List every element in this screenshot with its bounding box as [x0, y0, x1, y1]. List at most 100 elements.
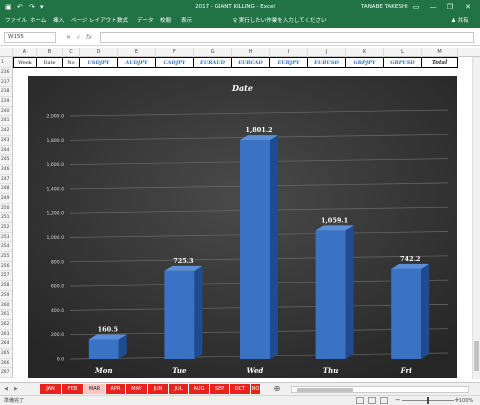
row-header[interactable]: 262: [0, 320, 12, 330]
row-header[interactable]: 252: [0, 223, 12, 233]
tab-page-layout[interactable]: ページ レイアウト: [71, 17, 117, 26]
formula-input[interactable]: [100, 32, 474, 43]
header-cell-gbpusd[interactable]: GBPUSD: [384, 57, 422, 68]
select-all-corner[interactable]: [0, 48, 13, 57]
redo-icon[interactable]: ↷: [29, 2, 35, 12]
tab-review[interactable]: 校閲: [160, 17, 171, 26]
sheet-tab-aug[interactable]: AUG: [189, 384, 210, 394]
header-cell-week[interactable]: Week: [13, 57, 37, 68]
sheet-tab-sep[interactable]: SEP: [210, 384, 230, 394]
tab-file[interactable]: ファイル: [5, 17, 27, 26]
header-cell-cadjpy[interactable]: CADJPY: [156, 57, 194, 68]
ribbon-display-icon[interactable]: ▭: [408, 1, 424, 13]
zoom-out-icon[interactable]: −: [395, 396, 401, 405]
header-cell-gbpjpy[interactable]: GBPJPY: [346, 57, 384, 68]
minimize-button[interactable]: —: [425, 1, 441, 13]
zoom-slider-knob[interactable]: [427, 397, 429, 404]
row-header[interactable]: 1: [0, 57, 13, 68]
enter-icon[interactable]: ✓: [76, 33, 81, 42]
column-header[interactable]: B: [37, 48, 63, 57]
insert-function-icon[interactable]: fx: [86, 33, 92, 42]
row-header[interactable]: 258: [0, 281, 12, 291]
row-header[interactable]: 257: [0, 271, 12, 282]
name-box[interactable]: W155: [4, 32, 56, 43]
header-cell-usdjpy[interactable]: USDJPY: [80, 57, 118, 68]
zoom-level[interactable]: 100%: [459, 397, 473, 405]
header-cell-date[interactable]: Date: [37, 57, 63, 68]
column-header[interactable]: H: [232, 48, 270, 57]
row-header[interactable]: 236: [0, 68, 12, 78]
header-cell-euraud[interactable]: EURAUD: [194, 57, 232, 68]
sheet-tab-apr[interactable]: APR: [106, 384, 126, 394]
row-header[interactable]: 244: [0, 146, 12, 156]
column-header[interactable]: E: [118, 48, 156, 57]
column-header[interactable]: D: [80, 48, 118, 57]
sheet-tab-jan[interactable]: JAN: [40, 384, 62, 394]
next-sheet-icon[interactable]: ▶: [14, 385, 18, 394]
customize-toolbar-icon[interactable]: ▾: [40, 2, 44, 12]
column-header[interactable]: M: [422, 48, 458, 57]
row-header[interactable]: 243: [0, 136, 12, 146]
column-header[interactable]: J: [308, 48, 346, 57]
tab-insert[interactable]: 挿入: [53, 17, 64, 26]
sheet-tab-no[interactable]: NO: [251, 384, 261, 394]
tab-formulas[interactable]: 数式: [117, 17, 128, 26]
tab-view[interactable]: 表示: [181, 17, 192, 26]
header-cell-eurcad[interactable]: EURCAD: [232, 57, 270, 68]
sheet-tab-feb[interactable]: FEB: [62, 384, 84, 394]
vertical-scroll-thumb[interactable]: [474, 341, 479, 371]
row-header[interactable]: 249: [0, 194, 12, 204]
tab-home[interactable]: ホーム: [30, 17, 46, 26]
header-cell-audjpy[interactable]: AUDJPY: [118, 57, 156, 68]
tab-data[interactable]: データ: [137, 17, 154, 26]
restore-button[interactable]: ❐: [442, 1, 458, 13]
row-header[interactable]: 250: [0, 204, 12, 214]
row-header[interactable]: 260: [0, 301, 12, 311]
prev-sheet-icon[interactable]: ◀: [4, 385, 8, 394]
row-header[interactable]: 248: [0, 184, 12, 194]
row-header[interactable]: 256: [0, 262, 12, 272]
row-header[interactable]: 263: [0, 330, 12, 340]
normal-view-button[interactable]: [356, 397, 364, 404]
row-header[interactable]: 253: [0, 233, 12, 243]
row-header[interactable]: 240: [0, 107, 12, 117]
row-header[interactable]: 237: [0, 78, 12, 88]
page-break-view-button[interactable]: [380, 397, 388, 404]
column-header[interactable]: F: [156, 48, 194, 57]
add-sheet-icon[interactable]: ⊕: [272, 384, 282, 394]
header-cell-eurjpy[interactable]: EURJPY: [270, 57, 308, 68]
row-header[interactable]: 266: [0, 359, 12, 369]
row-header[interactable]: 239: [0, 97, 12, 107]
row-header[interactable]: 246: [0, 165, 12, 175]
sheet-tab-may[interactable]: MAY: [126, 384, 148, 394]
sheet-tab-mar[interactable]: MAR: [84, 384, 106, 394]
sheet-tab-jun[interactable]: JUN: [148, 384, 169, 394]
cancel-icon[interactable]: ✕: [66, 33, 71, 42]
close-button[interactable]: ✕: [460, 1, 476, 13]
column-header[interactable]: C: [63, 48, 80, 57]
column-header[interactable]: I: [270, 48, 308, 57]
header-cell-total[interactable]: Total: [422, 57, 458, 68]
undo-icon[interactable]: ↶: [17, 2, 23, 12]
row-header[interactable]: 264: [0, 339, 12, 349]
header-cell-eurusd[interactable]: EURUSD: [308, 57, 346, 68]
row-header[interactable]: 255: [0, 252, 12, 262]
column-header[interactable]: K: [346, 48, 384, 57]
bar-chart[interactable]: Date 0.0 200.0 400.0 600.0 800.0 1,000.0 1,200.…: [28, 76, 457, 378]
sheet-tab-oct[interactable]: OCT: [230, 384, 251, 394]
sheet-tab-jul[interactable]: JUL: [169, 384, 189, 394]
vertical-scrollbar[interactable]: [472, 57, 480, 379]
row-header[interactable]: 238: [0, 87, 12, 98]
page-layout-view-button[interactable]: [368, 397, 376, 404]
horizontal-scrollbar[interactable]: [291, 386, 469, 393]
row-header[interactable]: 247: [0, 175, 12, 185]
row-header[interactable]: 261: [0, 310, 12, 320]
save-icon[interactable]: ▣: [5, 2, 12, 12]
header-cell-no[interactable]: No: [63, 57, 80, 68]
column-header[interactable]: G: [194, 48, 232, 57]
tell-me-search[interactable]: ♀ 実行したい作業を入力してください: [233, 17, 326, 26]
row-header[interactable]: 259: [0, 291, 12, 301]
column-header[interactable]: L: [384, 48, 422, 57]
row-header[interactable]: 245: [0, 155, 12, 165]
row-header[interactable]: 242: [0, 126, 12, 136]
